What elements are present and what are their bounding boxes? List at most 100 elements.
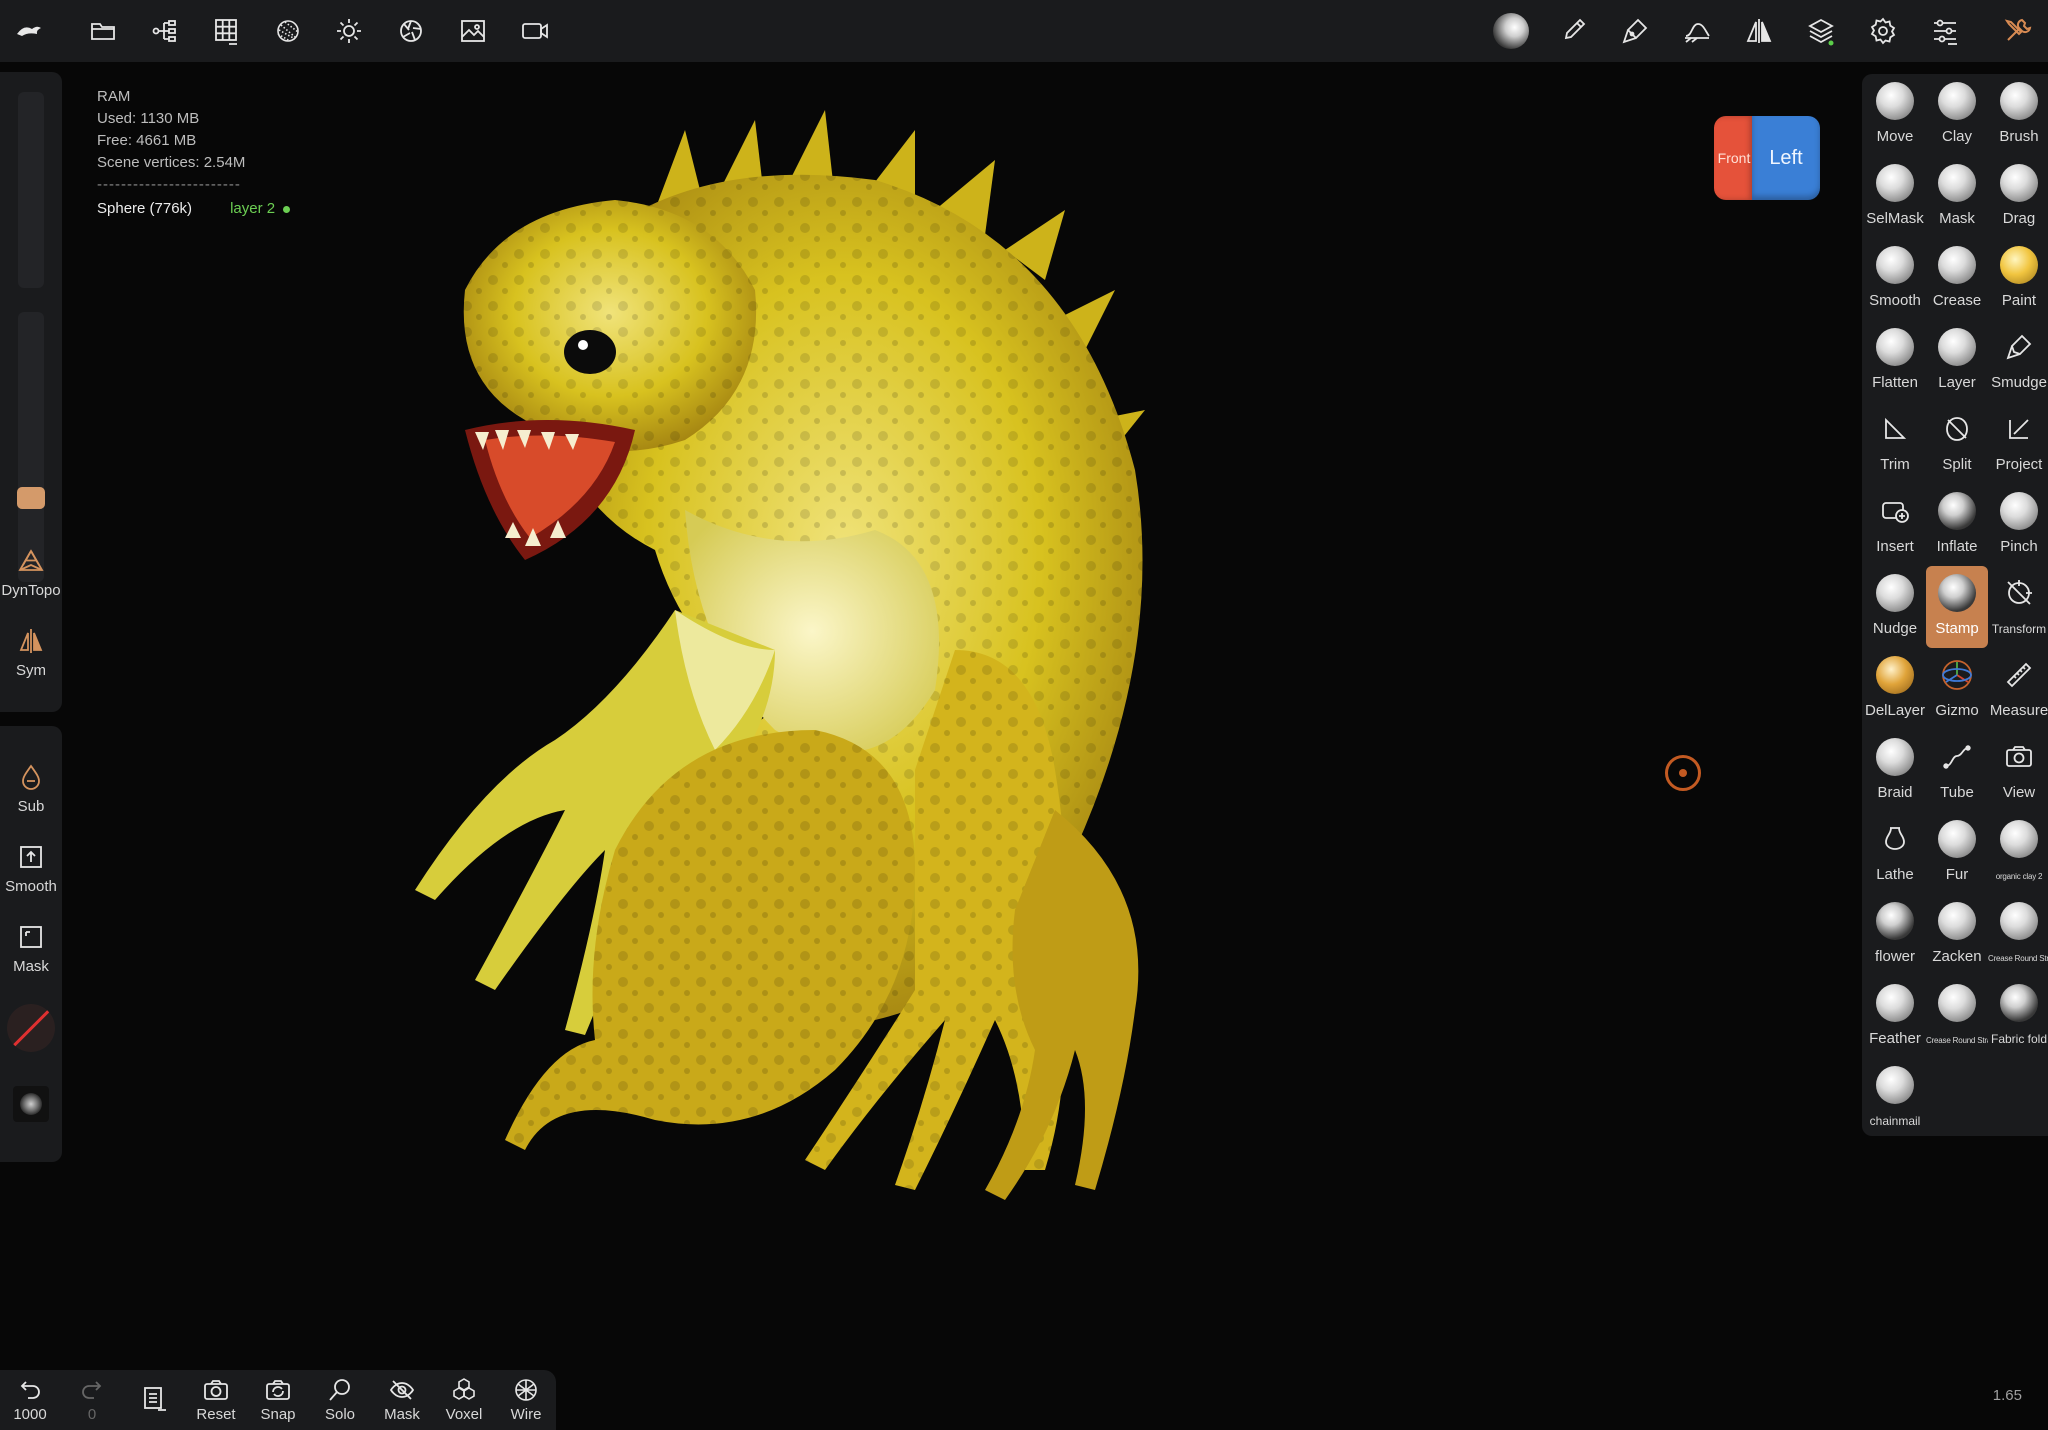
dyntopo-button[interactable]: DynTopo xyxy=(0,546,62,599)
tool-drag[interactable]: Drag xyxy=(1988,156,2048,238)
pivot-target-icon[interactable] xyxy=(1665,755,1701,791)
tool-feather[interactable]: Feather xyxy=(1864,976,1926,1058)
ram-free: Free: 4661 MB xyxy=(97,132,197,149)
tool-flatten[interactable]: Flatten xyxy=(1864,320,1926,402)
active-layer-label[interactable]: layer 2 xyxy=(230,198,291,220)
tool-crease-round-straight-2[interactable]: Crease Round Straight xyxy=(1926,976,1988,1058)
chainmail-ball-icon xyxy=(1876,1066,1914,1104)
scene-vertices: Scene vertices: 2.54M xyxy=(97,154,246,171)
paint-brush-icon[interactable] xyxy=(1550,8,1596,54)
snap-button[interactable]: Snap xyxy=(248,1376,308,1423)
left-sidebar: DynTopo Sym xyxy=(0,72,62,712)
scene-stats-overlay: RAM Used: 1130 MB Free: 4661 MB Scene ve… xyxy=(97,86,291,220)
selected-object-name[interactable]: Sphere (776k) xyxy=(97,198,192,220)
tool-gizmo[interactable]: Gizmo xyxy=(1926,648,1988,730)
tool-crease-round-straight-1[interactable]: Crease Round Straight xyxy=(1988,894,2048,976)
image-icon[interactable] xyxy=(450,8,496,54)
symmetry-icon[interactable] xyxy=(1736,8,1782,54)
camera-aperture-icon[interactable] xyxy=(388,8,434,54)
feather-ball-icon xyxy=(1876,984,1914,1022)
reset-button[interactable]: Reset xyxy=(186,1376,246,1423)
gizmo-icon xyxy=(1942,660,1972,690)
wire-button[interactable]: Wire xyxy=(496,1376,556,1423)
stamp-ball-icon xyxy=(1938,574,1976,612)
layers-icon[interactable] xyxy=(1798,8,1844,54)
tool-move[interactable]: Move xyxy=(1864,74,1926,156)
lathe-vase-icon xyxy=(1885,827,1905,850)
stats-separator: ------------------------ xyxy=(97,176,241,193)
voxel-button[interactable]: Voxel xyxy=(434,1376,494,1423)
tool-trim[interactable]: Trim xyxy=(1864,402,1926,484)
view-cube-left-face[interactable]: Left xyxy=(1752,116,1820,200)
tool-organic-clay-2[interactable]: organic clay 2 xyxy=(1988,812,2048,894)
brush-color-swatch[interactable] xyxy=(7,1004,55,1052)
material-ball-icon[interactable] xyxy=(1488,8,1534,54)
tool-stamp[interactable]: Stamp xyxy=(1926,566,1988,648)
tool-tube[interactable]: Tube xyxy=(1926,730,1988,812)
tool-flower[interactable]: flower xyxy=(1864,894,1926,976)
tool-fur[interactable]: Fur xyxy=(1926,812,1988,894)
layer-status-dot xyxy=(283,205,291,213)
folder-icon[interactable] xyxy=(80,8,126,54)
tool-brush[interactable]: Brush xyxy=(1988,74,2048,156)
solo-button[interactable]: Solo xyxy=(310,1376,370,1423)
view-cube[interactable]: Front Left xyxy=(1714,116,1820,200)
tool-braid[interactable]: Braid xyxy=(1864,730,1926,812)
tool-nudge[interactable]: Nudge xyxy=(1864,566,1926,648)
sub-button[interactable]: Sub xyxy=(0,762,62,815)
tool-crease[interactable]: Crease xyxy=(1926,238,1988,320)
tool-mask[interactable]: Mask xyxy=(1926,156,1988,238)
tool-view[interactable]: View xyxy=(1988,730,2048,812)
tool-inflate[interactable]: Inflate xyxy=(1926,484,1988,566)
tool-dellayer[interactable]: DelLayer xyxy=(1864,648,1926,730)
insert-icon xyxy=(1882,502,1909,523)
radius-slider[interactable] xyxy=(18,92,44,288)
tool-smooth[interactable]: Smooth xyxy=(1864,238,1926,320)
matcap-sphere-icon[interactable] xyxy=(265,8,311,54)
stroke-pen-icon[interactable] xyxy=(1612,8,1658,54)
scene-tree-icon[interactable] xyxy=(142,8,188,54)
tool-smudge[interactable]: Smudge xyxy=(1988,320,2048,402)
intensity-slider-handle[interactable] xyxy=(17,487,45,509)
project-icon xyxy=(2009,419,2029,439)
sculpted-creature-model[interactable] xyxy=(355,90,1525,1250)
smooth-button[interactable]: Smooth xyxy=(0,842,62,895)
redo-button[interactable]: 0 xyxy=(62,1376,122,1423)
alpha-texture-icon[interactable] xyxy=(13,1086,49,1122)
falloff-curve-icon[interactable] xyxy=(1674,8,1720,54)
camera-icon xyxy=(2006,746,2032,767)
tool-fabric-fold[interactable]: Fabric fold xyxy=(1988,976,2048,1058)
mask-visibility-button[interactable]: Mask xyxy=(372,1376,432,1423)
sliders-icon[interactable] xyxy=(1922,8,1968,54)
intensity-slider[interactable] xyxy=(18,312,44,582)
tool-layer[interactable]: Layer xyxy=(1926,320,1988,402)
view-cube-front-face[interactable]: Front xyxy=(1714,116,1754,200)
mask-button[interactable]: Mask xyxy=(0,922,62,975)
tool-lathe[interactable]: Lathe xyxy=(1864,812,1926,894)
undo-button[interactable]: 1000 xyxy=(0,1376,60,1423)
tool-insert[interactable]: Insert xyxy=(1864,484,1926,566)
tool-zacken[interactable]: Zacken xyxy=(1926,894,1988,976)
tool-selmask[interactable]: SelMask xyxy=(1864,156,1926,238)
sym-button[interactable]: Sym xyxy=(0,626,62,679)
settings-gear-icon[interactable] xyxy=(1860,8,1906,54)
tool-transform[interactable]: Transform xyxy=(1988,566,2048,648)
tool-project[interactable]: Project xyxy=(1988,402,2048,484)
tool-chainmail[interactable]: chainmail xyxy=(1864,1058,1926,1140)
undo-icon xyxy=(20,1381,40,1399)
smudge-icon xyxy=(2006,334,2032,360)
inflate-ball-icon xyxy=(1938,492,1976,530)
video-icon[interactable] xyxy=(512,8,558,54)
tool-pinch[interactable]: Pinch xyxy=(1988,484,2048,566)
tools-wrench-icon[interactable] xyxy=(1994,8,2040,54)
tool-measure[interactable]: Measure xyxy=(1988,648,2048,730)
app-logo-icon[interactable] xyxy=(6,8,52,54)
mask-box-icon xyxy=(20,926,42,948)
tool-clay[interactable]: Clay xyxy=(1926,74,1988,156)
light-icon[interactable] xyxy=(326,8,372,54)
droplet-sub-icon xyxy=(22,764,40,790)
tool-paint[interactable]: Paint xyxy=(1988,238,2048,320)
grid-icon[interactable] xyxy=(203,8,249,54)
history-list-button[interactable] xyxy=(124,1384,184,1414)
tool-split[interactable]: Split xyxy=(1926,402,1988,484)
